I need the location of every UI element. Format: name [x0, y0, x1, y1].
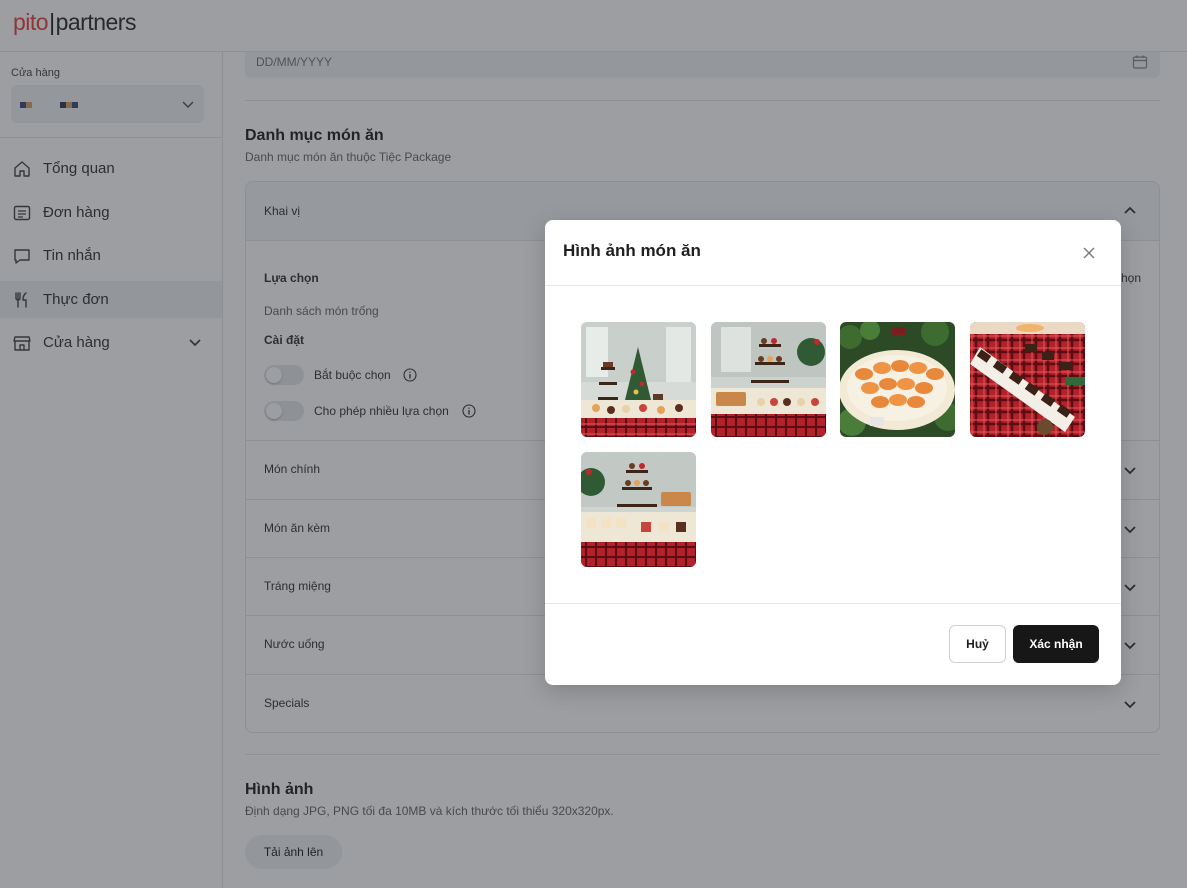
close-icon[interactable]: [1081, 245, 1097, 261]
food-photo-2[interactable]: [711, 322, 826, 437]
food-photo-3[interactable]: [840, 322, 955, 437]
food-photo-4[interactable]: [970, 322, 1085, 437]
food-photo-1-image: [581, 322, 696, 437]
food-photo-3-image: [840, 322, 955, 437]
modal-divider: [545, 285, 1121, 286]
cancel-button[interactable]: Huỷ: [949, 625, 1006, 663]
modal-title: Hình ảnh món ăn: [563, 241, 701, 260]
confirm-button[interactable]: Xác nhận: [1013, 625, 1099, 663]
food-photo-5-image: [581, 452, 696, 567]
food-photo-5[interactable]: [581, 452, 696, 567]
food-photo-1[interactable]: [581, 322, 696, 437]
food-photo-4-image: [970, 322, 1085, 437]
food-images-modal: Hình ảnh món ăn Huỷ Xác nhận: [545, 220, 1121, 685]
modal-divider: [545, 603, 1121, 604]
food-photo-2-image: [711, 322, 826, 437]
